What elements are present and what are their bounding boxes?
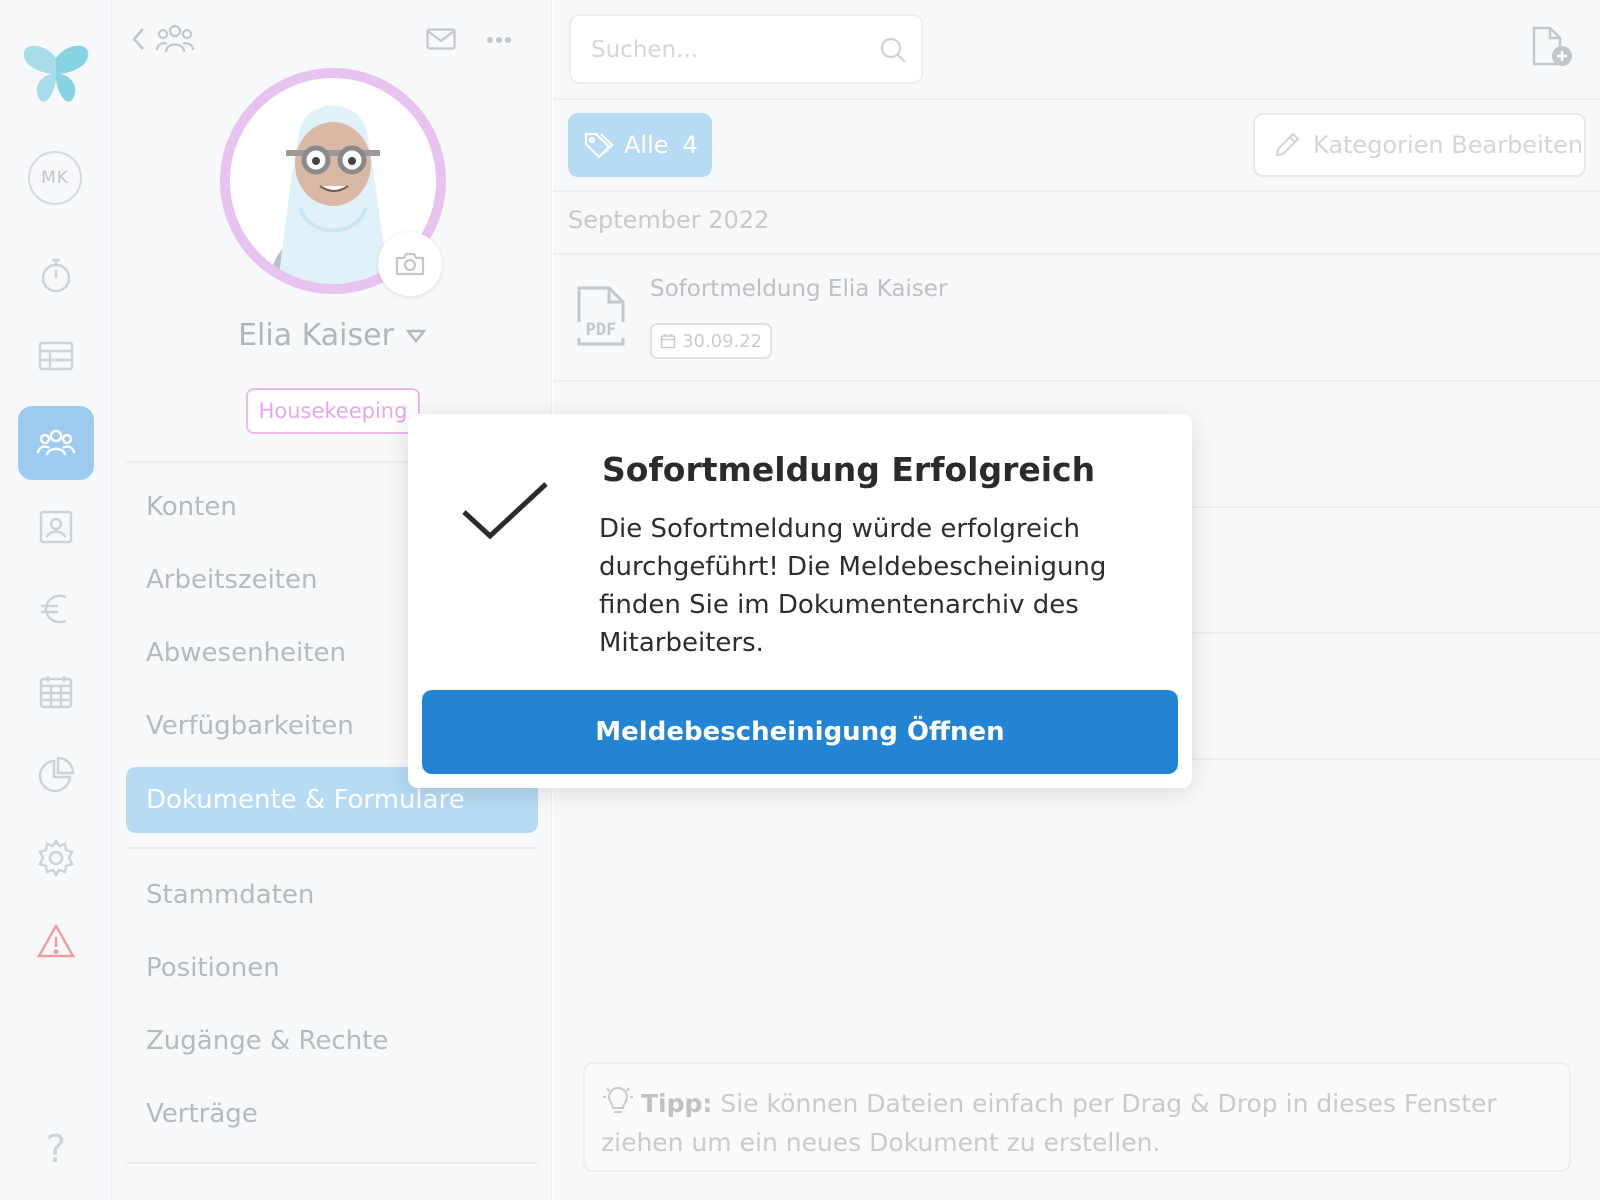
checkmark-icon	[462, 482, 548, 540]
menu-item-vertraege[interactable]: Verträge	[146, 1099, 258, 1129]
dialog-message: Die Sofortmeldung würde erfolgreich durc…	[599, 514, 1107, 658]
menu-item-zugaenge[interactable]: Zugänge & Rechte	[146, 1026, 388, 1056]
search-input[interactable]	[591, 30, 871, 70]
tags-icon	[584, 132, 614, 159]
menu-item-positionen[interactable]: Positionen	[146, 953, 280, 983]
employee-name: Elia Kaiser	[238, 318, 394, 353]
drag-drop-tip: Tipp: Sie können Dateien einfach per Dra…	[583, 1062, 1571, 1172]
change-photo-button[interactable]	[378, 232, 442, 296]
search-icon	[880, 37, 906, 63]
divider	[126, 1162, 538, 1164]
warning-icon[interactable]	[18, 905, 94, 979]
document-date: 30.09.22	[682, 330, 763, 352]
settings-icon[interactable]	[18, 821, 94, 895]
menu-item-arbeitszeiten[interactable]: Arbeitszeiten	[146, 565, 317, 595]
open-certificate-button[interactable]: Meldebescheinigung Öffnen	[422, 690, 1178, 774]
caret-down-icon	[405, 329, 426, 343]
camera-icon	[395, 252, 425, 276]
butterfly-logo-icon[interactable]	[22, 44, 90, 106]
calendar-icon[interactable]	[18, 655, 94, 729]
dialog-title: Sofortmeldung Erfolgreich	[602, 450, 1096, 489]
search-box[interactable]	[569, 14, 923, 84]
tip-text: Sie können Dateien einfach per Drag & Dr…	[601, 1089, 1497, 1157]
pie-chart-icon[interactable]	[18, 738, 94, 812]
team-icon[interactable]	[18, 406, 94, 480]
filter-all-chip[interactable]: Alle 4	[568, 113, 712, 177]
department-tag: Housekeeping	[246, 388, 420, 434]
employee-name-selector[interactable]: Elia Kaiser	[112, 318, 552, 353]
help-icon[interactable]: ?	[18, 1112, 94, 1186]
lightbulb-icon	[603, 1087, 633, 1113]
calendar-small-icon	[660, 334, 676, 349]
month-heading: September 2022	[568, 206, 770, 234]
pencil-icon	[1275, 132, 1300, 157]
document-row[interactable]: PDF Sofortmeldung Elia Kaiser 30.09.22	[553, 254, 1600, 378]
euro-icon[interactable]	[18, 572, 94, 646]
edit-categories-label: Kategorien Bearbeiten	[1313, 131, 1584, 159]
menu-item-konten[interactable]: Konten	[146, 492, 237, 522]
divider	[126, 847, 538, 849]
back-chevron-icon[interactable]	[130, 26, 148, 52]
divider	[553, 190, 1600, 192]
menu-item-stammdaten[interactable]: Stammdaten	[146, 880, 314, 910]
divider	[553, 98, 1600, 100]
filter-all-count: 4	[682, 131, 698, 159]
user-avatar[interactable]: MK	[28, 151, 82, 205]
tip-label: Tipp:	[641, 1089, 713, 1118]
document-title: Sofortmeldung Elia Kaiser	[650, 276, 948, 302]
mail-icon[interactable]	[426, 28, 456, 50]
table-icon[interactable]	[18, 319, 94, 393]
filter-all-label: Alle	[624, 131, 669, 159]
edit-categories-button[interactable]: Kategorien Bearbeiten	[1253, 113, 1586, 177]
app-rail: MK ?	[0, 0, 112, 1200]
pdf-type-label: PDF	[586, 320, 617, 340]
timer-icon[interactable]	[18, 238, 94, 312]
success-dialog: Sofortmeldung Erfolgreich Die Sofortmeld…	[408, 414, 1192, 788]
pdf-file-icon: PDF	[577, 286, 625, 346]
group-icon[interactable]	[156, 22, 194, 54]
more-options-icon[interactable]	[486, 36, 512, 44]
document-date-badge: 30.09.22	[650, 323, 773, 359]
menu-item-verfuegbarkeiten[interactable]: Verfügbarkeiten	[146, 711, 354, 741]
menu-item-abwesenheiten[interactable]: Abwesenheiten	[146, 638, 346, 668]
contact-card-icon[interactable]	[18, 490, 94, 564]
new-document-icon[interactable]	[1530, 26, 1574, 68]
